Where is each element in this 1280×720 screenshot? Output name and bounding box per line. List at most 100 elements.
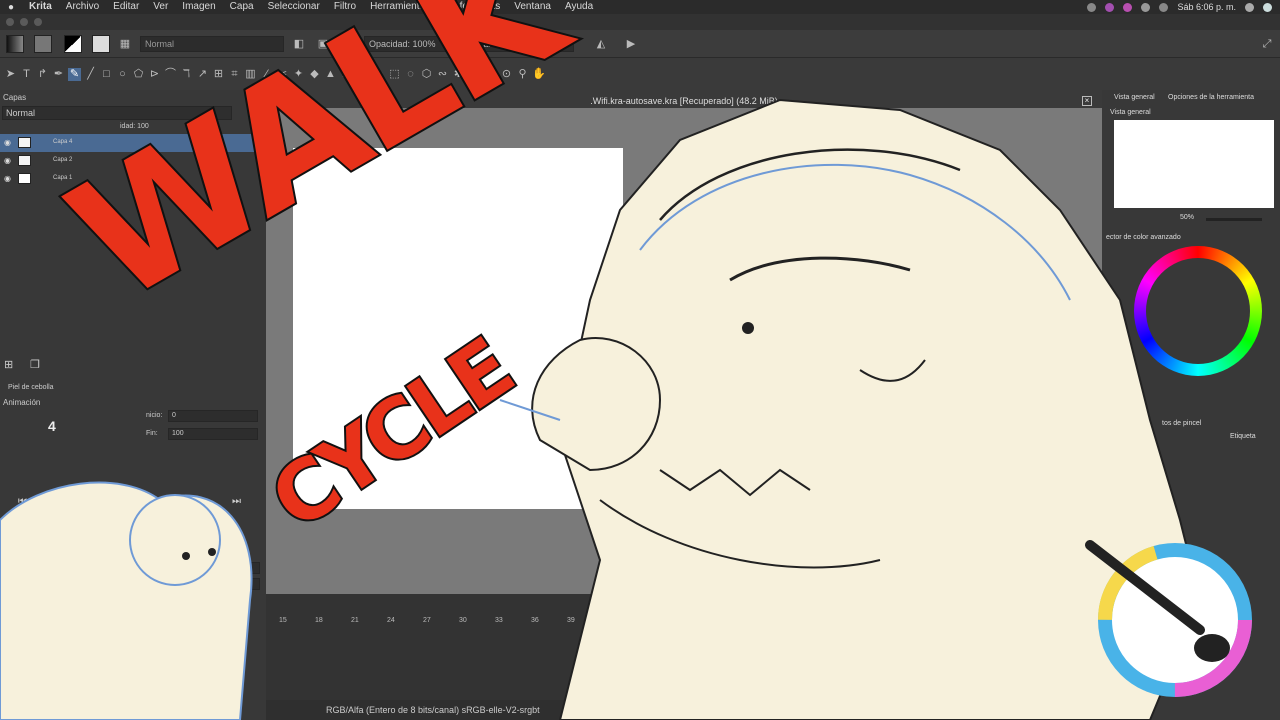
wifi-icon[interactable] (1159, 2, 1169, 12)
end-frame-field[interactable]: 100 (168, 428, 258, 440)
color-picker-tool-icon[interactable]: ⁄ (260, 68, 273, 81)
preserve-alpha-icon[interactable]: ▣ (316, 37, 330, 51)
freehand-brush-tool-icon[interactable]: ✎ (68, 67, 81, 81)
polygon-tool-icon[interactable]: ⬠ (132, 68, 145, 81)
last-frame-icon[interactable]: ⏭ (232, 496, 241, 507)
freehand-select-tool-icon[interactable]: ∾ (436, 68, 449, 81)
transform-tool-icon[interactable]: ⊞ (212, 68, 225, 81)
visibility-eye-icon[interactable]: ◉ (4, 138, 11, 147)
brush-preset-button[interactable] (92, 35, 110, 53)
menu-ventana[interactable]: Ventana (507, 0, 558, 14)
siri-icon[interactable] (1263, 2, 1272, 12)
status-icon-3[interactable] (1123, 2, 1133, 12)
bezier-tool-icon[interactable]: ⌒ (164, 68, 177, 81)
assistant-tool-icon[interactable]: ⟋ (340, 68, 353, 81)
dynamic-brush-tool-icon[interactable]: ↗ (196, 68, 209, 81)
freehand-path-tool-icon[interactable]: ℸ (180, 68, 193, 81)
menu-seleccionar[interactable]: Seleccionar (261, 0, 327, 14)
layer-opacity-field[interactable]: idad: 100 (120, 123, 149, 130)
ellipse-select-tool-icon[interactable]: ◌ (404, 68, 417, 81)
zoom-window-button[interactable] (34, 18, 42, 26)
minimize-window-button[interactable] (20, 18, 28, 26)
layer-blend-mode-combo[interactable]: Normal (2, 106, 232, 120)
tab-overview[interactable]: Vista general (1114, 94, 1155, 101)
grid-icon[interactable]: ▦ (118, 37, 132, 51)
reload-icon[interactable]: ↻ (340, 37, 354, 51)
fill-tool-icon[interactable]: ◆ (308, 68, 321, 81)
pan-tool-icon[interactable]: ✋ (532, 68, 546, 81)
size-slider[interactable]: Tamaño: 32.00 px (474, 36, 574, 52)
fg-bg-color-swatch[interactable] (64, 35, 82, 53)
overview-thumbnail[interactable] (1114, 120, 1274, 208)
magnetic-select-tool-icon[interactable]: ⊙ (500, 68, 513, 81)
smart-patch-tool-icon[interactable]: ✦ (292, 68, 305, 81)
fullscreen-icon[interactable]: ⤢ (1260, 37, 1274, 51)
eraser-icon[interactable]: ◧ (292, 37, 306, 51)
ellipse-tool-icon[interactable]: ○ (116, 68, 129, 81)
close-document-icon[interactable]: × (1082, 96, 1092, 106)
playback-speed-field[interactable]: 1.00 (226, 562, 260, 574)
menu-filtro[interactable]: Filtro (327, 0, 363, 14)
colorize-mask-tool-icon[interactable]: ✂ (276, 68, 289, 81)
menu-ver[interactable]: Ver (146, 0, 175, 14)
menu-preferencias[interactable]: Preferencias (437, 0, 507, 14)
crop-tool-icon[interactable]: ⌗ (228, 68, 241, 81)
rect-select-tool-icon[interactable]: ⬚ (388, 68, 401, 81)
reference-tool-icon[interactable]: ✧ (372, 68, 385, 81)
status-icon-4[interactable] (1141, 2, 1151, 12)
mirror-vertical-icon[interactable]: ▶ (624, 37, 638, 51)
rectangle-tool-icon[interactable]: □ (100, 68, 113, 81)
zoom-tool-icon[interactable]: ⚲ (516, 68, 529, 81)
visibility-eye-icon[interactable]: ◉ (4, 174, 11, 183)
calligraphy-tool-icon[interactable]: ✒ (52, 68, 65, 81)
line-tool-icon[interactable]: ╱ (84, 68, 97, 81)
polyline-tool-icon[interactable]: ⊳ (148, 68, 161, 81)
search-icon[interactable] (1245, 2, 1254, 12)
enclose-fill-tool-icon[interactable]: ▲ (324, 68, 337, 81)
menu-imagen[interactable]: Imagen (175, 0, 222, 14)
zoom-slider[interactable] (1206, 218, 1262, 221)
menu-archivo[interactable]: Archivo (59, 0, 106, 14)
select-shapes-tool-icon[interactable]: ➤ (4, 68, 17, 81)
layer-row[interactable]: ◉ Capa 4 (0, 134, 262, 152)
tab-tool-options[interactable]: Opciones de la herramienta (1168, 94, 1254, 101)
pattern-selector[interactable] (34, 35, 52, 53)
edit-shapes-tool-icon[interactable]: ↱ (36, 68, 49, 81)
opacity-slider[interactable]: Opacidad: 100% (364, 36, 456, 52)
visibility-eye-icon[interactable]: ◉ (4, 156, 11, 165)
text-tool-icon[interactable]: T (20, 68, 33, 81)
menu-clock[interactable]: Sáb 6:06 p. m. (1177, 2, 1236, 12)
menu-capa[interactable]: Capa (223, 0, 261, 14)
overview-title: Vista general (1110, 109, 1151, 116)
status-icon-1[interactable] (1087, 2, 1097, 12)
close-window-button[interactable] (6, 18, 14, 26)
tag-label[interactable]: Etiqueta (1230, 433, 1256, 440)
gradient-selector[interactable] (6, 35, 24, 53)
bezier-select-tool-icon[interactable]: ⌓ (484, 68, 497, 81)
apple-icon[interactable]: ● (0, 2, 22, 13)
status-icon-2[interactable] (1105, 2, 1115, 12)
duplicate-layer-icon[interactable]: ❐ (30, 358, 40, 371)
first-frame-icon[interactable]: ⏮ (18, 496, 27, 507)
fps-field[interactable]: 12 (226, 578, 260, 590)
measure-tool-icon[interactable]: ⊾ (356, 68, 369, 81)
layer-row[interactable]: ◉ Capa 2 (0, 152, 262, 170)
similar-select-tool-icon[interactable]: ⁂ (468, 68, 481, 81)
add-layer-icon[interactable]: ⊞ (4, 358, 13, 371)
menu-app-name[interactable]: Krita (22, 0, 59, 14)
document-tab[interactable]: .Wifi.kra-autosave.kra [Recuperado] (48.… (266, 94, 1102, 108)
gradient-tool-icon[interactable]: ▥ (244, 68, 257, 81)
end-frame-label: Fin: (146, 430, 158, 437)
menu-ayuda[interactable]: Ayuda (558, 0, 600, 14)
menu-editar[interactable]: Editar (106, 0, 146, 14)
canvas-page[interactable] (293, 148, 623, 509)
blend-mode-combo[interactable]: Normal (140, 36, 284, 52)
layer-row[interactable]: ◉ Capa 1 (0, 170, 262, 188)
color-wheel[interactable] (1134, 246, 1262, 376)
menu-herramientas[interactable]: Herramientas (363, 0, 437, 14)
start-frame-field[interactable]: 0 (168, 410, 258, 422)
mirror-horizontal-icon[interactable]: ◭ (594, 37, 608, 51)
contiguous-select-tool-icon[interactable]: ✱ (452, 68, 465, 81)
polygon-select-tool-icon[interactable]: ⬡ (420, 68, 433, 81)
onion-skin-tab[interactable]: Piel de cebolla (8, 384, 54, 391)
